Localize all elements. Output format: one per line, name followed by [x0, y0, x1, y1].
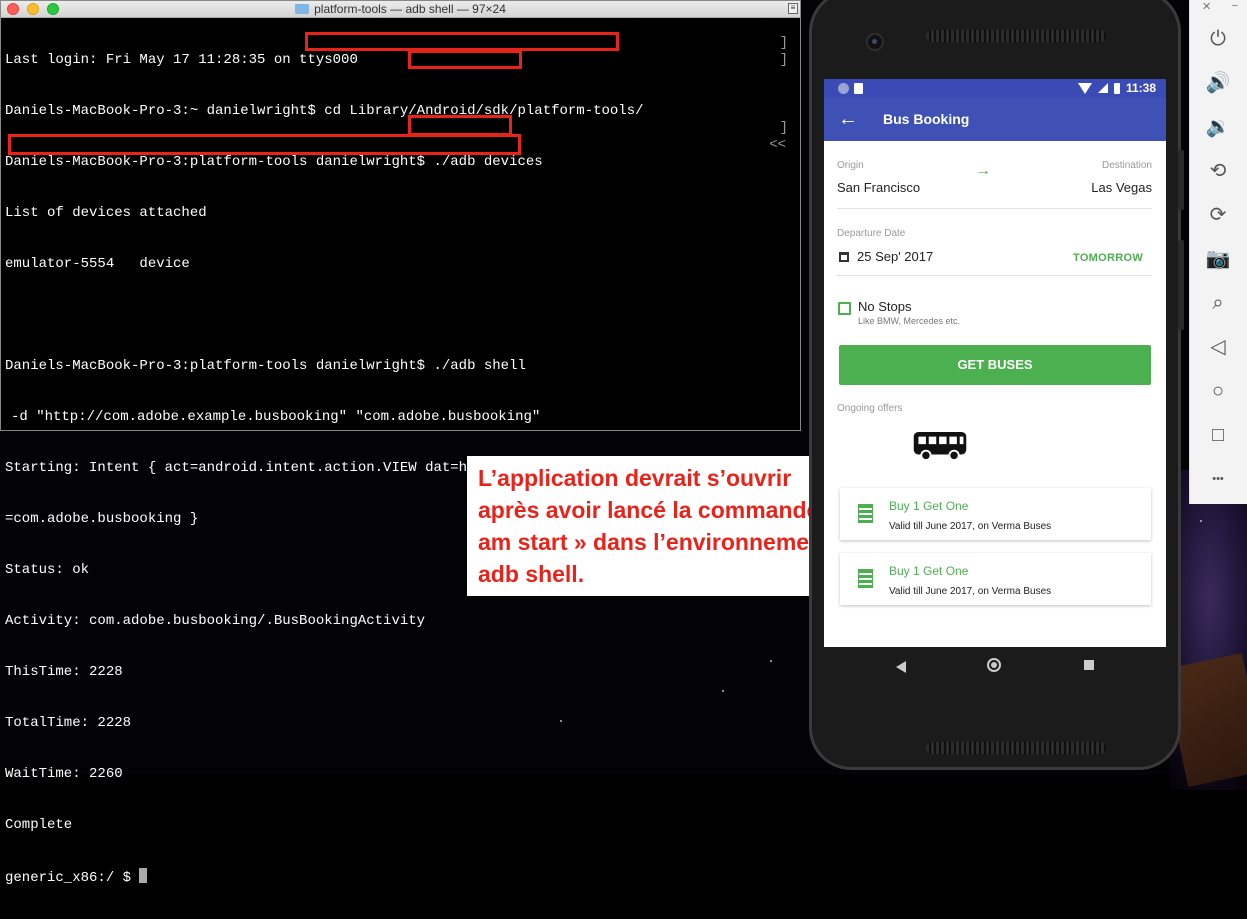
no-stops-checkbox[interactable]: [838, 302, 851, 315]
device-screen[interactable]: 11:38 ← Bus Booking Origin San Francisco…: [824, 79, 1166, 647]
rotate-left-icon[interactable]: ⟲: [1205, 158, 1231, 184]
departure-label: Departure Date: [837, 228, 906, 239]
offer-card[interactable]: Buy 1 Get One Valid till June 2017, on V…: [840, 488, 1151, 540]
notification-icon: [838, 83, 849, 94]
destination-label: Destination: [1101, 160, 1152, 171]
power-icon[interactable]: ⏻: [1205, 26, 1231, 52]
sd-card-icon: [854, 83, 863, 94]
offer-details: Valid till June 2017, on Verma Buses: [889, 521, 1051, 532]
bottom-speaker: [926, 742, 1106, 754]
front-camera-icon: [866, 33, 884, 51]
back-icon[interactable]: ◁: [1205, 334, 1231, 360]
destination-field[interactable]: Las Vegas: [1091, 180, 1152, 195]
nav-back-icon[interactable]: [896, 661, 906, 673]
booking-form: Origin San Francisco → Destination Las V…: [825, 141, 1166, 647]
highlight-adb-shell: [408, 115, 512, 136]
terminal-line: TotalTime: 2228: [5, 715, 132, 731]
terminal-line: Activity: com.adobe.busbooking/.BusBooki…: [5, 613, 426, 629]
highlight-am-start-args: [8, 134, 521, 155]
more-options-icon[interactable]: •••: [1205, 466, 1231, 492]
earpiece-speaker: [926, 30, 1106, 42]
wifi-icon: [1077, 82, 1092, 94]
home-icon[interactable]: ○: [1205, 378, 1231, 404]
screenshot-camera-icon[interactable]: 📷: [1205, 246, 1231, 272]
emulator-toolbar: ✕ − ⏻ 🔊 🔉 ⟲ ⟳ 📷 ⌕ ◁ ○ □ •••: [1189, 0, 1247, 504]
terminal-window[interactable]: platform-tools — adb shell — 97×24 ≡ Las…: [0, 0, 820, 886]
overflow-marker: <<: [769, 137, 786, 153]
offer-details: Valid till June 2017, on Verma Buses: [889, 586, 1051, 597]
building-icon: [858, 569, 873, 588]
departure-date-field[interactable]: 25 Sep' 2017: [857, 249, 933, 264]
battery-icon: [1113, 82, 1120, 94]
terminal-title-text: platform-tools — adb shell — 97×24: [314, 2, 506, 16]
terminal-line: Daniels-MacBook-Pro-3:platform-tools dan…: [5, 154, 543, 170]
terminal-cursor: [139, 868, 148, 883]
line-bracket: ]: [779, 52, 788, 68]
folder-icon: [295, 3, 310, 14]
arrow-right-icon[interactable]: →: [975, 162, 991, 180]
building-icon: [858, 504, 873, 523]
terminal-title: platform-tools — adb shell — 97×24: [1, 1, 800, 17]
terminal-line: -d "http://com.adobe.example.busbooking"…: [11, 409, 541, 425]
signal-icon: [1097, 83, 1108, 93]
divider: [837, 208, 1152, 209]
nav-recents-icon[interactable]: [1084, 660, 1094, 670]
offer-valid-text: Valid till June 2017, on: [889, 521, 992, 532]
android-status-bar: 11:38: [824, 79, 1166, 98]
volume-down-icon[interactable]: 🔉: [1205, 114, 1231, 140]
minimize-emulator-icon[interactable]: −: [1232, 0, 1238, 12]
terminal-titlebar[interactable]: platform-tools — adb shell — 97×24 ≡: [1, 1, 800, 18]
ongoing-offers-label: Ongoing offers: [837, 403, 903, 414]
offer-card[interactable]: Buy 1 Get One Valid till June 2017, on V…: [840, 553, 1151, 605]
highlight-cd-command: [305, 32, 619, 51]
terminal-line: Daniels-MacBook-Pro-3:~ danielwright$ cd…: [5, 103, 644, 119]
offer-operator: Verma Buses: [991, 521, 1052, 532]
app-toolbar: ← Bus Booking: [824, 98, 1166, 141]
terminal-prompt-line[interactable]: generic_x86:/ $: [5, 868, 796, 886]
offer-operator: Verma Buses: [991, 586, 1052, 597]
no-stops-sublabel: Like BMW, Mercedes etc.: [858, 316, 961, 326]
no-stops-label: No Stops: [858, 299, 912, 314]
annotation-callout: L’application devrait s’ouvrir après avo…: [467, 456, 854, 596]
offer-title: Buy 1 Get One: [889, 499, 969, 513]
line-bracket: ]: [779, 35, 788, 51]
bus-icon: [913, 431, 967, 461]
device-power-button: [1178, 150, 1184, 210]
terminal-line: emulator-5554 device: [5, 256, 190, 272]
device-volume-button: [1178, 240, 1184, 330]
calendar-icon: [839, 252, 849, 262]
star: [1200, 520, 1202, 522]
callout-text: L’application devrait s’ouvrir après avo…: [478, 465, 839, 587]
scroll-toggle-icon[interactable]: ≡: [788, 3, 798, 14]
overview-icon[interactable]: □: [1205, 422, 1231, 448]
highlight-adb-devices: [408, 50, 522, 69]
terminal-prompt: generic_x86:/ $: [5, 870, 140, 886]
divider: [837, 275, 1152, 276]
origin-label: Origin: [837, 160, 864, 171]
terminal-line: List of devices attached: [5, 205, 207, 221]
offer-title: Buy 1 Get One: [889, 564, 969, 578]
terminal-line: Daniels-MacBook-Pro-3:platform-tools dan…: [5, 358, 526, 374]
close-emulator-icon[interactable]: ✕: [1202, 0, 1211, 13]
line-bracket: ]: [779, 120, 788, 136]
volume-up-icon[interactable]: 🔊: [1205, 70, 1231, 96]
android-navigation-bar: [824, 647, 1166, 687]
status-time: 11:38: [1125, 81, 1156, 95]
get-buses-button[interactable]: GET BUSES: [839, 345, 1151, 385]
terminal-line: Last login: Fri May 17 11:28:35 on ttys0…: [5, 52, 358, 68]
rotate-right-icon[interactable]: ⟳: [1205, 202, 1231, 228]
offer-valid-text: Valid till June 2017, on: [889, 586, 992, 597]
tomorrow-button[interactable]: TOMORROW: [1073, 252, 1143, 264]
origin-field[interactable]: San Francisco: [837, 180, 920, 195]
app-title: Bus Booking: [883, 111, 970, 127]
terminal-line: Complete: [5, 817, 73, 833]
zoom-icon[interactable]: ⌕: [1205, 290, 1231, 316]
terminal-line: ThisTime: 2228: [5, 664, 123, 680]
back-arrow-icon[interactable]: ←: [838, 107, 858, 131]
nav-home-icon[interactable]: [987, 658, 1001, 672]
